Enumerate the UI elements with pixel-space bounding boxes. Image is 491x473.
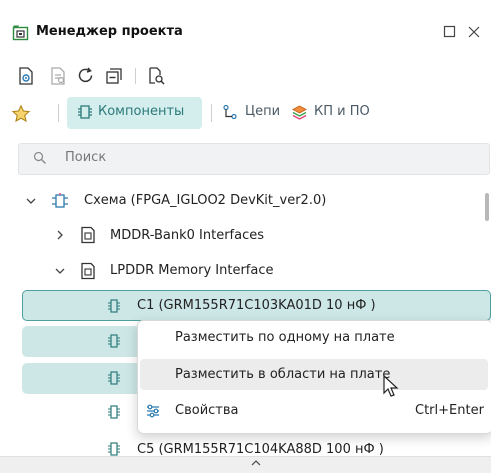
toolbar-separator	[135, 68, 136, 84]
project-manager-icon	[12, 25, 29, 41]
filter-document-icon[interactable]	[48, 66, 68, 86]
mouse-cursor-icon	[383, 375, 399, 397]
net-icon	[223, 104, 237, 120]
find-in-document-icon[interactable]	[146, 66, 166, 86]
component-icon	[108, 405, 120, 419]
component-icon	[108, 442, 120, 456]
tree-root-label[interactable]: Схема (FPGA_IGLOO2 DevKit_ver2.0)	[84, 193, 326, 208]
tab-components-label: Компоненты	[98, 104, 185, 119]
menu-item-properties[interactable]: Свойства	[175, 403, 239, 418]
layers-icon	[292, 105, 307, 120]
search-icon	[33, 151, 46, 164]
properties-icon	[147, 404, 159, 418]
component-icon	[78, 105, 92, 119]
close-button[interactable]	[466, 24, 482, 40]
maximize-button[interactable]	[442, 24, 458, 40]
menu-item-place-one-by-one[interactable]: Разместить по одному на плате	[175, 330, 395, 345]
component-icon	[108, 334, 120, 348]
component-icon	[108, 371, 120, 385]
tabs-separator	[211, 104, 212, 122]
chevron-down-icon[interactable]	[53, 264, 67, 278]
sheet-icon	[81, 262, 95, 280]
schematic-icon	[52, 193, 68, 208]
view-document-icon[interactable]	[16, 66, 36, 86]
chevron-right-icon[interactable]	[53, 228, 67, 242]
chevron-down-icon[interactable]	[24, 194, 38, 208]
collapse-all-icon[interactable]	[104, 66, 124, 86]
component-icon	[108, 299, 120, 313]
favorites-star-icon[interactable]	[11, 104, 31, 124]
menu-item-properties-shortcut: Ctrl+Enter	[415, 403, 484, 418]
tree-item-label[interactable]: MDDR-Bank0 Interfaces	[110, 228, 264, 243]
scrollbar[interactable]	[485, 193, 489, 221]
sheet-icon	[81, 226, 95, 244]
search-placeholder: Поиск	[65, 150, 107, 165]
tree-item-label[interactable]: C1 (GRM155R71C103KA01D 10 нФ )	[137, 298, 376, 313]
tab-nets[interactable]: Цепи	[245, 104, 280, 119]
tabs-separator	[58, 104, 59, 122]
tree-item-label[interactable]: C5 (GRM155R71C104KA88D 100 нФ )	[137, 442, 384, 457]
chevron-up-icon[interactable]	[250, 458, 262, 468]
tab-pads[interactable]: КП и ПО	[314, 104, 370, 119]
scroll-down-bar[interactable]	[0, 456, 491, 473]
tree-item-label[interactable]: LPDDR Memory Interface	[110, 263, 273, 278]
panel-title: Менеджер проекта	[36, 24, 183, 39]
menu-item-place-in-area[interactable]: Разместить в области на плате	[175, 367, 390, 382]
refresh-icon[interactable]	[76, 66, 96, 86]
